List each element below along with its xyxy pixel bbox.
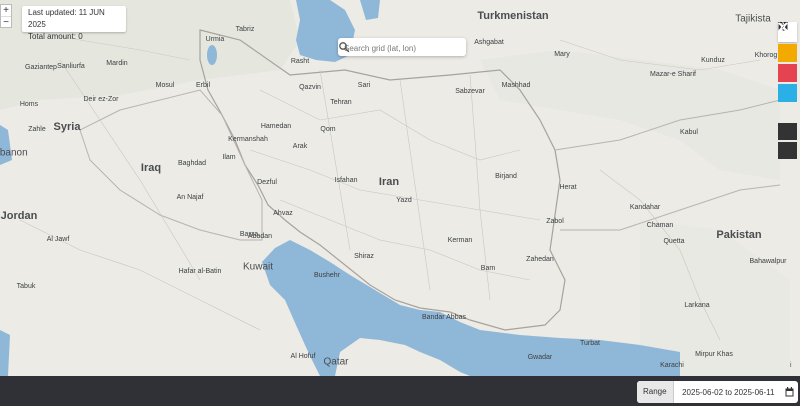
label-sabzevar: Sabzevar xyxy=(455,88,485,95)
label-ahvaz: Ahvaz xyxy=(273,210,293,217)
label-turkmenistan: Turkmenistan xyxy=(477,10,549,22)
search-input[interactable] xyxy=(338,39,450,58)
label-birjand: Birjand xyxy=(495,173,517,180)
last-updated-text: Last updated: 11 JUN 2025 xyxy=(28,8,105,29)
label-iran: Iran xyxy=(378,176,400,188)
map-toolbar xyxy=(778,22,797,161)
label-kuwait: Kuwait xyxy=(242,261,274,273)
label-zahedan: Zahedan xyxy=(526,256,554,263)
label-arak: Arak xyxy=(292,143,308,150)
label-sanliurfa: Sanliurfa xyxy=(57,63,85,70)
label-shiraz: Shiraz xyxy=(354,253,374,260)
label-mirpur-khas: Mirpur Khas xyxy=(695,351,733,358)
label-bandar-abbas: Bandar Abbas xyxy=(422,314,466,321)
label-hafar: Hafar al-Batin xyxy=(178,268,222,275)
label-ilam: Ilam xyxy=(222,154,236,161)
map[interactable]: Iran Iraq Syria Jordan ebanon Kuwait Tur… xyxy=(0,0,800,376)
label-herat: Herat xyxy=(559,184,577,191)
label-zabol: Zabol xyxy=(546,218,564,225)
label-gwadar: Gwadar xyxy=(527,354,553,361)
zoom-in-button[interactable]: + xyxy=(1,5,11,17)
label-mary: Mary xyxy=(554,51,570,58)
search-box xyxy=(338,38,466,58)
map-layer-button[interactable] xyxy=(778,23,797,121)
label-tehran: Tehran xyxy=(330,99,352,106)
label-kunduz: Kunduz xyxy=(701,57,725,64)
label-kandahar: Kandahar xyxy=(629,204,661,211)
bomb-layer-button[interactable] xyxy=(778,23,797,62)
label-karachi: Karachi xyxy=(660,362,684,369)
label-kermanshah: Kermanshah xyxy=(228,136,268,143)
label-tabuk: Tabuk xyxy=(16,283,36,290)
label-zahle: Zahle xyxy=(28,126,46,133)
alert-layer-button[interactable] xyxy=(778,22,797,82)
label-jordan: Jordan xyxy=(0,210,38,222)
zoom-control: + − xyxy=(0,4,12,28)
label-baghdad: Baghdad xyxy=(177,160,207,167)
label-bahawalpur: Bahawalpur xyxy=(749,258,787,265)
label-ashgabat: Ashgabat xyxy=(474,39,504,46)
range-label: Range xyxy=(637,381,674,403)
label-larkana: Larkana xyxy=(684,302,710,309)
label-khorog: Khorog xyxy=(754,52,778,59)
label-mardin: Mardin xyxy=(106,60,128,67)
label-najaf: An Najaf xyxy=(176,194,204,201)
label-isfahan: Isfahan xyxy=(334,177,358,184)
label-mazar: Mazar-e Sharif xyxy=(650,71,696,78)
search-icon[interactable] xyxy=(338,41,350,53)
label-kerman: Kerman xyxy=(447,237,473,244)
label-gaziantep: Gaziantep xyxy=(25,64,57,71)
label-homs: Homs xyxy=(19,101,39,108)
label-mosul: Mosul xyxy=(155,82,175,89)
label-qom: Qom xyxy=(320,126,336,133)
label-tabriz: Tabriz xyxy=(235,26,255,33)
label-sari: Sari xyxy=(357,82,371,89)
label-rasht: Rasht xyxy=(290,58,310,65)
label-iraq: Iraq xyxy=(140,162,162,174)
label-quetta: Quetta xyxy=(663,238,685,245)
calendar-icon xyxy=(785,387,793,397)
label-qazvin: Qazvin xyxy=(299,84,321,91)
label-kabul: Kabul xyxy=(680,129,698,136)
zoom-out-button[interactable]: − xyxy=(1,17,11,28)
download-button[interactable] xyxy=(778,22,797,102)
label-pakistan: Pakistan xyxy=(716,229,762,241)
crosshair-button[interactable] xyxy=(778,22,797,140)
label-al-jawf: Al Jawf xyxy=(46,236,70,243)
label-lebanon: ebanon xyxy=(0,147,28,159)
attribution-button[interactable]: i xyxy=(790,362,798,372)
lightning-button[interactable] xyxy=(778,22,797,159)
label-dezful: Dezful xyxy=(257,179,277,186)
label-tajikistan: Tajikista xyxy=(735,13,771,25)
range-value[interactable]: 2025-06-02 to 2025-06-11 xyxy=(674,388,783,397)
label-turbat: Turbat xyxy=(580,340,600,347)
label-urmia: Urmia xyxy=(205,36,225,43)
calendar-button[interactable] xyxy=(783,381,795,403)
label-chaman: Chaman xyxy=(646,222,674,229)
label-abadan: Abadan xyxy=(247,233,273,240)
label-bam: Bam xyxy=(480,265,496,272)
label-yazd: Yazd xyxy=(396,197,412,204)
label-qatar: Qatar xyxy=(323,356,349,368)
label-bushehr: Bushehr xyxy=(313,272,341,279)
label-mashhad: Mashhad xyxy=(501,82,531,89)
label-erbil: Erbil xyxy=(195,82,211,89)
label-al-hofuf: Al Hofuf xyxy=(290,353,316,360)
label-hamedan: Hamedan xyxy=(260,123,292,130)
lightning-icon xyxy=(780,22,786,32)
info-panel: Last updated: 11 JUN 2025 Total amount: … xyxy=(22,6,126,41)
label-syria: Syria xyxy=(53,121,81,133)
label-deir: Deir ez-Zor xyxy=(83,96,119,103)
date-range-control[interactable]: Range 2025-06-02 to 2025-06-11 xyxy=(637,381,798,403)
total-amount-text: Total amount: 0 xyxy=(28,32,83,41)
